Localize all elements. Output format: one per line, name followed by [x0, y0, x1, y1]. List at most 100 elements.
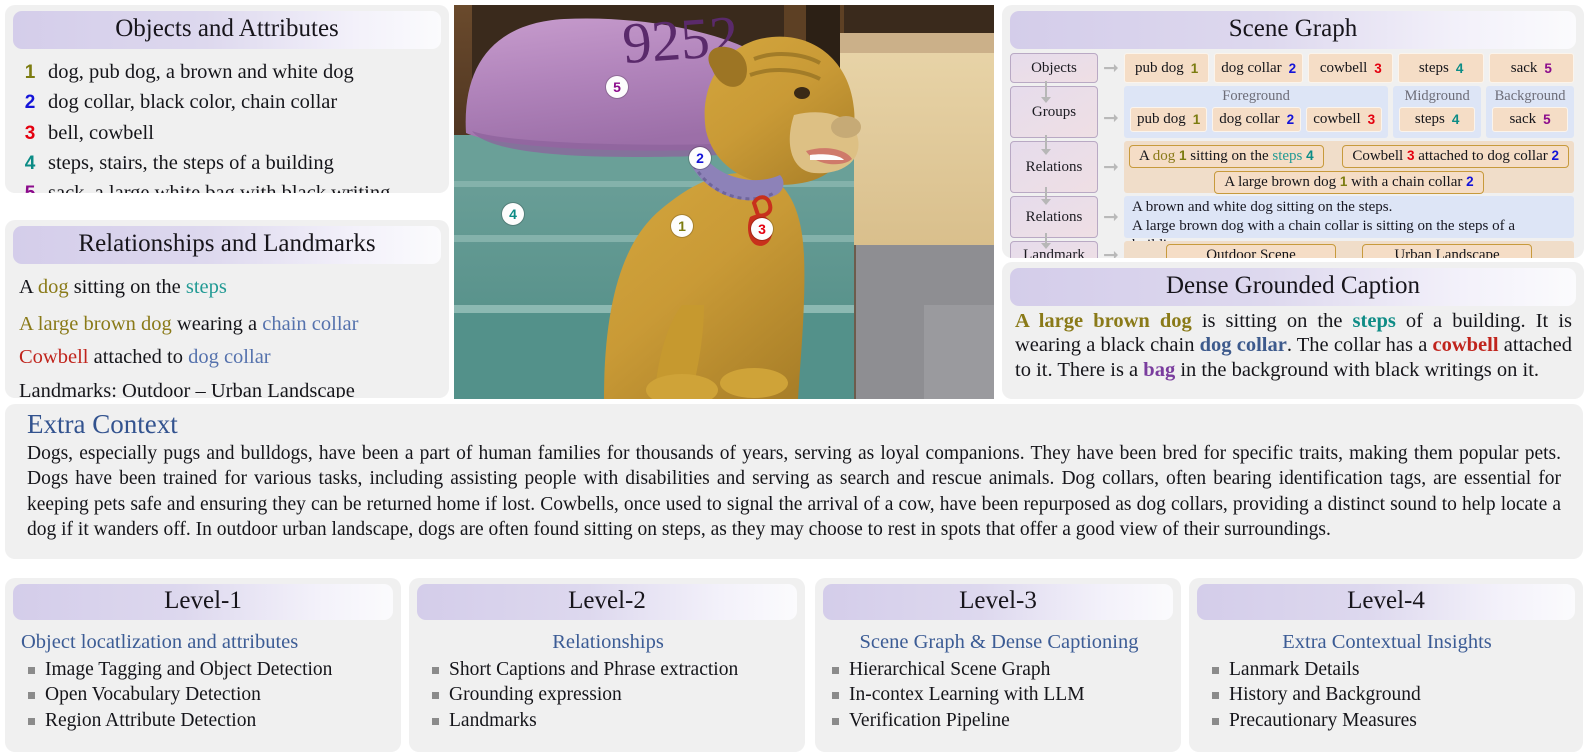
level-1-subtitle: Object locatlization and attributes [21, 631, 299, 654]
rel1-object: steps [185, 276, 227, 299]
objects-list: 1 dog, pub dog, a brown and white dog 2 … [5, 49, 449, 193]
level-2-items: Short Captions and Phrase extraction Gro… [423, 657, 793, 733]
objects-and-attributes-panel: Objects and Attributes 1 dog, pub dog, a… [5, 5, 449, 193]
chip-index: 1 [1192, 111, 1201, 127]
groups-row: Foreground pub dog 1 dog collar 2 cowbel… [1124, 86, 1574, 139]
chip-label: steps [1418, 59, 1449, 76]
connector-arrow-1 [1041, 97, 1051, 104]
list-item: Landmarks [423, 708, 793, 733]
rel-right-subject: Cowbell [1352, 148, 1404, 165]
chip-index: 2 [1288, 60, 1297, 76]
relationships-panel-title: Relationships and Landmarks [13, 226, 441, 265]
list-item: Region Attribute Detection [19, 708, 389, 733]
list-item: Short Captions and Phrase extraction [423, 657, 793, 682]
chip-index: 3 [1374, 60, 1382, 76]
chip-object: pub dog 1 [1124, 53, 1210, 84]
object-text-3: bell, cowbell [48, 121, 154, 144]
list-item: 2 dog collar, black color, chain collar [19, 87, 437, 117]
group-chips: steps 4 [1399, 106, 1476, 132]
scene-graph-row-landmark: Landmark ➞ Outdoor Scene Urban Landscape [1010, 241, 1574, 258]
list-item: 4 steps, stairs, the steps of a building [19, 148, 437, 178]
chip-object: sack 5 [1488, 53, 1574, 84]
level-3-body: Scene Graph & Dense Captioning Hierarchi… [815, 620, 1181, 741]
arrow-right-icon: ➞ [1103, 57, 1119, 79]
caption-t10: in the background with black writings on… [1175, 358, 1540, 381]
rel-left-n1: 1 [1179, 148, 1187, 164]
relationship-line-1: A dog sitting on the steps [19, 275, 437, 300]
chip-object: cowbell 3 [1308, 53, 1394, 84]
relationship-line-2: A large brown dog wearing a chain collar [19, 312, 437, 337]
rel-left-t2: sitting on the [1186, 148, 1273, 165]
level-3-title: Level-3 [823, 584, 1173, 621]
extra-context-title: Extra Context [27, 409, 178, 439]
relation-chip-right: Cowbell 3 attached to dog collar 2 [1342, 145, 1569, 169]
list-item: Verification Pipeline [823, 708, 1175, 733]
rel3-subject: Cowbell [19, 346, 89, 369]
level-2-body: Relationships Short Captions and Phrase … [409, 620, 805, 741]
level-1-body: Object locatlization and attributes Imag… [5, 620, 401, 741]
rel1-prefix: A [19, 276, 38, 299]
list-item: Image Tagging and Object Detection [19, 657, 389, 682]
object-index-1: 1 [24, 62, 36, 84]
grounded-relations-top: A dog 1 sitting on the steps 4 Cowbell 3… [1129, 145, 1569, 169]
chip-index: 4 [1455, 60, 1464, 76]
dense-caption-text: A large brown dog is sitting on the step… [1002, 306, 1584, 388]
relationship-line-3: Cowbell attached to dog collar [19, 345, 437, 370]
group-title: Foreground [1222, 88, 1290, 105]
object-index-2: 2 [24, 92, 36, 114]
rel-center-t1: A large brown dog [1224, 174, 1340, 191]
caption-entity-dog: A large brown dog [1015, 310, 1192, 333]
arrow-right-icon: ➞ [1103, 156, 1119, 178]
group-title: Midground [1404, 88, 1470, 105]
photo-marker-3: 3 [751, 218, 773, 240]
connector-arrow-2 [1041, 149, 1051, 156]
scene-graph-row-relations-grounded: Relations ➞ A dog 1 sitting on the steps… [1010, 141, 1574, 195]
arrow-right-icon: ➞ [1103, 244, 1119, 258]
extra-context-text: Dogs, especially pugs and bulldogs, have… [27, 443, 1561, 540]
annotated-photo: 9252 4 5 2 1 3 [454, 5, 994, 399]
chip-object: dog collar 2 [1212, 106, 1302, 132]
rel3-predicate: attached to [88, 346, 189, 369]
rel2-subject: A large brown dog [19, 312, 172, 335]
relation-chip-left: A dog 1 sitting on the steps 4 [1129, 145, 1324, 169]
chip-index: 1 [1190, 60, 1199, 76]
chip-index: 2 [1286, 111, 1295, 127]
row-label-relations-2: Relations [1010, 196, 1098, 239]
level-4-body: Extra Contextual Insights Lanmark Detail… [1189, 620, 1583, 741]
object-index-3: 3 [24, 122, 36, 144]
level-3-items: Hierarchical Scene Graph In-contex Learn… [823, 657, 1175, 733]
rel-center-t2: with a chain collar [1347, 174, 1467, 191]
relationships-and-landmarks-panel: Relationships and Landmarks A dog sittin… [5, 220, 449, 398]
relation-sentence-1: A brown and white dog sitting on the ste… [1132, 199, 1393, 216]
level-3-subtitle: Scene Graph & Dense Captioning [859, 631, 1139, 654]
photo-marker-1: 1 [671, 215, 693, 237]
row-label-landmark: Landmark [1010, 241, 1098, 258]
list-item: In-contex Learning with LLM [823, 682, 1175, 707]
connector-arrow-4 [1041, 243, 1051, 250]
list-item: Grounding expression [423, 682, 793, 707]
caption-entity-cowbell: cowbell [1432, 334, 1499, 357]
landmarks-panel: Outdoor Scene Urban Landscape [1124, 241, 1574, 258]
rel-left-t1: A [1139, 148, 1153, 165]
object-index-5: 5 [19, 180, 41, 193]
chip-object: cowbell 3 [1306, 106, 1383, 132]
dense-grounded-caption-panel: Dense Grounded Caption A large brown dog… [1002, 262, 1584, 399]
rel2-object: chain collar [262, 312, 359, 335]
chip-object: sack 5 [1492, 106, 1568, 132]
list-item: Hierarchical Scene Graph [823, 657, 1175, 682]
level-2-subtitle: Relationships [552, 631, 664, 654]
level-4-panel: Level-4 Extra Contextual Insights Lanmar… [1189, 578, 1583, 752]
group-title: Background [1494, 88, 1566, 105]
rel-left-n2: 4 [1306, 148, 1314, 164]
chip-label: pub dog [1137, 110, 1186, 127]
chip-label: dog collar [1221, 59, 1282, 76]
level-2-title: Level-2 [417, 584, 797, 621]
scene-graph-row-groups: Groups ➞ Foreground pub dog 1 dog collar [1010, 86, 1574, 139]
chip-object: dog collar 2 [1214, 53, 1304, 84]
rel-left-object: steps [1272, 148, 1303, 165]
objects-chip-row: pub dog 1 dog collar 2 cowbell 3 steps 4 [1124, 53, 1574, 84]
level-4-title: Level-4 [1197, 584, 1575, 621]
connector-arrow-3 [1041, 199, 1051, 206]
chip-index: 5 [1544, 60, 1552, 76]
list-item: Precautionary Measures [1203, 708, 1571, 733]
